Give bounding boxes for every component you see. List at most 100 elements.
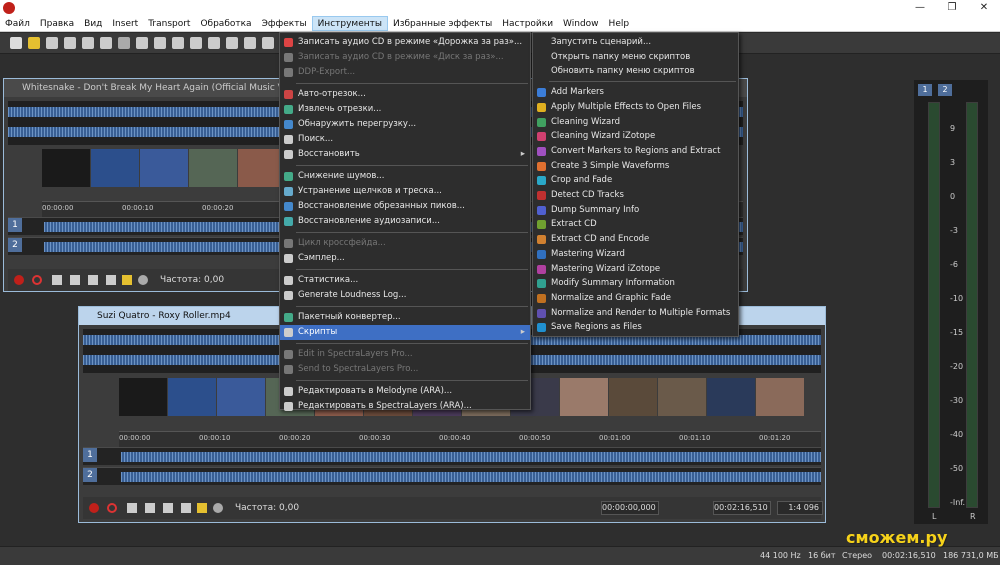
video-thumbnail [140, 149, 188, 187]
scripts-menu-item[interactable]: Extract CD and Encode [533, 232, 738, 247]
go-start-button[interactable] [52, 275, 62, 285]
toolbar-tool-icon[interactable] [208, 37, 220, 49]
track-2[interactable]: 2 [83, 467, 821, 485]
menu-11[interactable]: Help [604, 16, 635, 31]
menu-6[interactable]: Эффекты [257, 16, 312, 31]
tools-menu-item[interactable]: Цикл кроссфейда... [280, 236, 530, 251]
tools-menu-item[interactable]: Авто-отрезок... [280, 87, 530, 102]
tools-menu-item[interactable]: Записать аудио CD в режиме «Дорожка за р… [280, 35, 530, 50]
loop-button[interactable] [32, 275, 42, 285]
tools-menu-item[interactable]: Восстановить ▸ [280, 147, 530, 162]
tools-menu-item[interactable]: Скрипты ▸ [280, 325, 530, 340]
record-button[interactable] [14, 275, 24, 285]
toolbar-tool-icon[interactable] [82, 37, 94, 49]
tools-menu-item[interactable]: Пакетный конвертер... [280, 310, 530, 325]
tools-menu-item[interactable]: Generate Loudness Log... [280, 288, 530, 303]
scripts-menu-item[interactable]: Modify Summary Information [533, 276, 738, 291]
volume-icon[interactable] [138, 275, 148, 285]
scripts-menu-item[interactable]: Обновить папку меню скриптов [533, 64, 738, 79]
play-button[interactable] [181, 503, 191, 513]
record-button[interactable] [89, 503, 99, 513]
menu-2[interactable]: Вид [79, 16, 107, 31]
scripts-menu-item[interactable]: Crop and Fade [533, 173, 738, 188]
menu-3[interactable]: Insert [107, 16, 143, 31]
scripts-menu-item[interactable]: Add Markers [533, 85, 738, 100]
toolbar-tool-icon[interactable] [64, 37, 76, 49]
menu-9[interactable]: Настройки [497, 16, 558, 31]
channel-2-button[interactable]: 2 [938, 84, 952, 96]
stop-button[interactable] [163, 503, 173, 513]
tools-menu-item[interactable]: Восстановление аудиозаписи... [280, 214, 530, 229]
menu-4[interactable]: Transport [143, 16, 195, 31]
toolbar-tool-icon[interactable] [28, 37, 40, 49]
menu-1[interactable]: Правка [35, 16, 79, 31]
track-1[interactable]: 1 [83, 447, 821, 465]
scripts-menu-item[interactable]: Detect CD Tracks [533, 188, 738, 203]
script-file-icon [537, 293, 546, 303]
toolbar-tool-icon[interactable] [154, 37, 166, 49]
scripts-menu-item[interactable]: Dump Summary Info [533, 203, 738, 218]
toolbar-tool-icon[interactable] [262, 37, 274, 49]
menu-8[interactable]: Избранные эффекты [388, 16, 497, 31]
scripts-menu-item[interactable]: Открыть папку меню скриптов [533, 50, 738, 65]
tools-menu-item[interactable]: Edit in SpectraLayers Pro... [280, 347, 530, 362]
stop-button[interactable] [88, 275, 98, 285]
tools-menu-item[interactable]: Записать аудио CD в режиме «Диск за раз»… [280, 50, 530, 65]
tools-menu-item[interactable]: Снижение шумов... [280, 169, 530, 184]
toolbar-tool-icon[interactable] [172, 37, 184, 49]
tools-menu-item[interactable]: Поиск... [280, 132, 530, 147]
volume-icon[interactable] [213, 503, 223, 513]
scripts-menu-item[interactable]: Mastering Wizard iZotope [533, 262, 738, 277]
minimize-icon[interactable]: — [904, 0, 936, 16]
tools-menu-item[interactable]: Сэмплер... [280, 251, 530, 266]
scripts-menu-item[interactable]: Apply Multiple Effects to Open Files [533, 100, 738, 115]
close-icon[interactable]: ✕ [968, 0, 1000, 16]
scripts-menu-item[interactable]: Normalize and Render to Multiple Formats [533, 306, 738, 321]
time-ruler[interactable]: 00:00:00 00:00:10 00:00:20 00:00:30 00:00:40… [119, 431, 821, 447]
menu-10[interactable]: Window [558, 16, 604, 31]
menu-0[interactable]: Файл [0, 16, 35, 31]
scripts-menu-item[interactable]: Mastering Wizard [533, 247, 738, 262]
tools-menu-item[interactable]: Обнаружить перегрузку... [280, 117, 530, 132]
toolbar-tool-icon[interactable] [244, 37, 256, 49]
time-position[interactable]: 00:00:00,000 [601, 501, 659, 515]
tools-menu-item[interactable]: Извлечь отрезки... [280, 102, 530, 117]
tools-menu-item[interactable]: Статистика... [280, 273, 530, 288]
scripts-menu-item[interactable]: Extract CD [533, 217, 738, 232]
scripts-menu-item[interactable]: Cleaning Wizard [533, 115, 738, 130]
maximize-icon[interactable]: ❐ [936, 0, 968, 16]
tools-menu-item[interactable]: Устранение щелчков и треска... [280, 184, 530, 199]
tools-menu-item[interactable]: Восстановление обрезанных пиков... [280, 199, 530, 214]
toolbar-tool-icon[interactable] [100, 37, 112, 49]
scripts-menu-item[interactable]: Normalize and Graphic Fade [533, 291, 738, 306]
tools-menu-item[interactable]: DDP-Export... [280, 65, 530, 80]
go-start-button[interactable] [127, 503, 137, 513]
scripts-menu-item[interactable]: Cleaning Wizard iZotope [533, 129, 738, 144]
toolbar-tool-icon[interactable] [46, 37, 58, 49]
freq-label: Частота: 0,00 [235, 503, 300, 513]
play-button[interactable] [106, 275, 116, 285]
menu-7[interactable]: Инструменты [311, 16, 388, 31]
toolbar-tool-icon[interactable] [118, 37, 130, 49]
toolbar-tool-icon[interactable] [136, 37, 148, 49]
scripts-menu-item[interactable]: Save Regions as Files [533, 320, 738, 335]
go-end-button[interactable] [70, 275, 80, 285]
toolbar-tool-icon[interactable] [10, 37, 22, 49]
zoom-level[interactable]: 1:4 096 [777, 501, 823, 515]
scripts-menu-item[interactable]: Запустить сценарий... [533, 35, 738, 50]
edit-icon[interactable] [197, 503, 207, 513]
edit-icon[interactable] [122, 275, 132, 285]
tools-menu-item[interactable]: Send to SpectraLayers Pro... [280, 362, 530, 377]
menu-item-label: Извлечь отрезки... [298, 104, 382, 114]
scripts-menu-item[interactable]: Convert Markers to Regions and Extract [533, 144, 738, 159]
toolbar-tool-icon[interactable] [190, 37, 202, 49]
scripts-menu-item[interactable]: Create 3 Simple Waveforms [533, 159, 738, 174]
time-length[interactable]: 00:02:16,510 [713, 501, 771, 515]
go-end-button[interactable] [145, 503, 155, 513]
tools-menu-item[interactable]: Редактировать в SpectraLayers (ARA)... [280, 399, 530, 414]
loop-button[interactable] [107, 503, 117, 513]
channel-1-button[interactable]: 1 [918, 84, 932, 96]
tools-menu-item[interactable]: Редактировать в Melodyne (ARA)... [280, 384, 530, 399]
toolbar-tool-icon[interactable] [226, 37, 238, 49]
menu-5[interactable]: Обработка [195, 16, 256, 31]
